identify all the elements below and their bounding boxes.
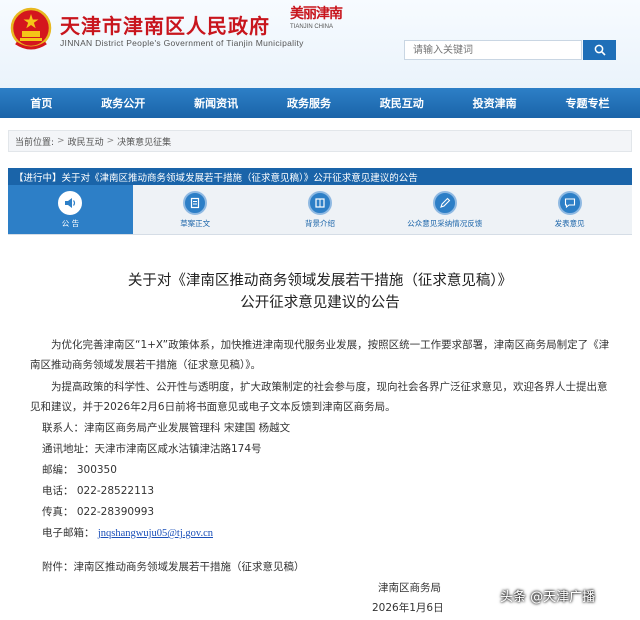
breadcrumb-separator: > xyxy=(106,136,115,146)
email-label: 电子邮箱： xyxy=(42,527,95,539)
speaker-icon xyxy=(65,197,76,208)
tab-background[interactable]: 背景介绍 xyxy=(258,185,383,234)
signature-date: 2026年1月6日 xyxy=(372,602,444,614)
pencil-icon xyxy=(439,197,451,208)
nav-services[interactable]: 政务服务 xyxy=(283,95,335,111)
watermark: 头条 @天津广播 xyxy=(500,590,596,605)
nav-invest[interactable]: 投资津南 xyxy=(469,95,521,111)
contact-fax: 传真： 022-28390993 xyxy=(42,506,155,518)
notice-status-bar: 【进行中】关于对《津南区推动商务领域发展若干措施（征求意见稿）》公开征求意见建议… xyxy=(8,168,632,185)
article-paragraph-1: 为优化完善津南区“1+X”政策体系，加快推进津南现代服务业发展，按照区统一工作要… xyxy=(30,339,610,371)
attachment-link[interactable]: 附件：津南区推动商务领域发展若干措施（征求意见稿） xyxy=(42,559,305,575)
breadcrumb-item-interaction[interactable]: 政民互动 xyxy=(68,135,104,148)
tab-label: 发表意见 xyxy=(554,218,585,228)
document-icon xyxy=(191,197,200,208)
contact-person: 联系人：津南区商务局产业发展管理科 宋建国 杨越文 xyxy=(42,422,291,434)
contact-email-row: 电子邮箱： jnqshangwuju05@tj.gov.cn xyxy=(42,525,213,542)
site-title: 天津市津南区人民政府 xyxy=(60,14,270,38)
breadcrumb-label: 当前位置: xyxy=(15,137,55,148)
nav-topics[interactable]: 专题专栏 xyxy=(561,95,613,111)
breadcrumb: 当前位置: > 政民互动 > 决策意见征集 xyxy=(8,130,632,152)
nav-interaction[interactable]: 政民互动 xyxy=(376,95,428,111)
search-input[interactable] xyxy=(404,40,582,60)
tab-draft-text[interactable]: 草案正文 xyxy=(133,185,258,234)
national-emblem-icon xyxy=(10,7,52,50)
article-title: 关于对《津南区推动商务领域发展若干措施（征求意见稿）》 公开征求意见建议的公告 xyxy=(0,270,640,314)
contact-phone: 电话： 022-28522113 xyxy=(42,485,155,497)
nav-home[interactable]: 首页 xyxy=(26,95,56,111)
article-title-line2: 公开征求意见建议的公告 xyxy=(240,295,400,311)
seal-text: 美丽津南 xyxy=(290,6,343,22)
signature-org: 津南区商务局 xyxy=(378,582,441,594)
book-icon xyxy=(315,197,325,208)
tab-label: 草案正文 xyxy=(180,218,211,228)
email-link[interactable]: jnqshangwuju05@tj.gov.cn xyxy=(98,528,213,539)
nav-news[interactable]: 新闻资讯 xyxy=(190,95,242,111)
search-button[interactable] xyxy=(583,40,616,60)
tab-label: 公 告 xyxy=(61,218,80,228)
breadcrumb-item-solicitation[interactable]: 决策意见征集 xyxy=(117,135,171,148)
main-nav: 首页 政务公开 新闻资讯 政务服务 政民互动 投资津南 专题专栏 xyxy=(0,88,640,118)
chat-icon xyxy=(564,197,575,208)
site-subtitle: JINNAN District People's Government of T… xyxy=(60,38,304,48)
seal-subtext: TIANJIN CHINA xyxy=(290,24,334,30)
contact-address: 通讯地址：天津市津南区咸水沽镇津沽路174号 xyxy=(42,443,262,455)
seal-logo: 美丽津南 TIANJIN CHINA xyxy=(290,6,343,54)
nav-gov-affairs[interactable]: 政务公开 xyxy=(97,95,149,111)
article-title-line1: 关于对《津南区推动商务领域发展若干措施（征求意见稿）》 xyxy=(127,273,513,289)
tab-label: 背景介绍 xyxy=(304,218,335,228)
contact-postcode: 邮编： 300350 xyxy=(42,464,117,476)
tab-announcement[interactable]: 公 告 xyxy=(8,185,133,234)
article-paragraph-2: 为提高政策的科学性、公开性与透明度，扩大政策制定的社会参与度，现向社会各界广泛征… xyxy=(30,381,608,413)
site-header: 天津市津南区人民政府 JINNAN District People's Gove… xyxy=(0,0,640,88)
tab-feedback[interactable]: 公众意见采纳情况反馈 xyxy=(382,185,507,234)
notice-tabs: 公 告 草案正文 背景介绍 公众意见采纳情况反馈 发表意见 xyxy=(8,185,632,235)
tab-label: 公众意见采纳情况反馈 xyxy=(407,218,483,228)
search-icon xyxy=(594,44,606,56)
breadcrumb-separator: > xyxy=(57,136,65,146)
tab-submit-opinion[interactable]: 发表意见 xyxy=(507,185,632,234)
